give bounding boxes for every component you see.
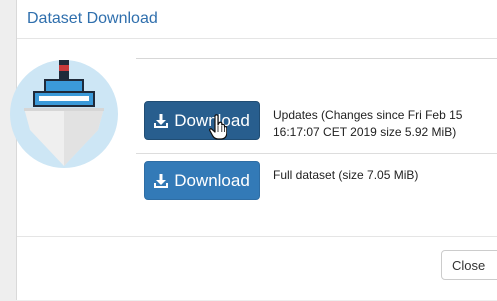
updates-description-line2: 16:17:07 CET 2019 size 5.92 MiB): [273, 125, 457, 139]
full-description: Full dataset (size 7.05 MiB): [273, 168, 419, 182]
row-divider: [136, 153, 497, 154]
close-button[interactable]: Close: [441, 250, 497, 280]
updates-description-line1: Updates (Changes since Fri Feb 15: [273, 108, 463, 122]
download-icon: [154, 173, 169, 188]
ship-icon: [10, 60, 118, 168]
modal-footer: [17, 236, 497, 301]
modal-header: Dataset Download: [17, 0, 497, 39]
table-top-border: [136, 58, 497, 59]
download-full-label: Download: [174, 170, 250, 190]
modal-title: Dataset Download: [27, 10, 158, 27]
updates-description: Updates (Changes since Fri Feb 15 16:17:…: [273, 107, 493, 141]
hand-cursor-icon: [209, 114, 227, 140]
download-icon: [154, 113, 169, 128]
download-updates-button[interactable]: Download: [144, 101, 260, 140]
download-full-button[interactable]: Download: [144, 161, 260, 200]
